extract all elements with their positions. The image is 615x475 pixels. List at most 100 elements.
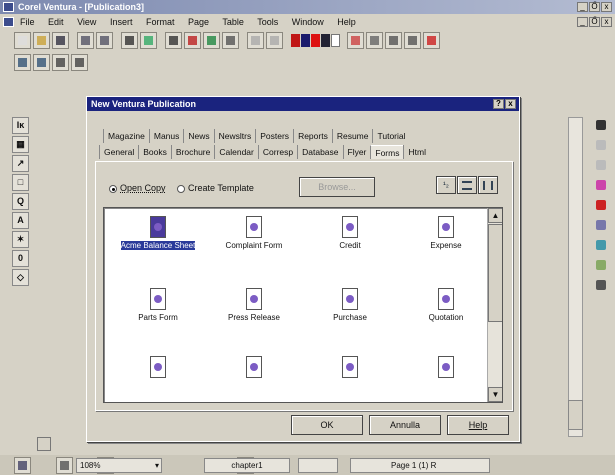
tab-flyer[interactable]: Flyer	[342, 145, 371, 159]
find-icon[interactable]	[347, 32, 364, 49]
frame-icon[interactable]	[404, 32, 421, 49]
menu-view[interactable]: View	[77, 17, 96, 27]
tab-calendar[interactable]: Calendar	[214, 145, 258, 159]
tab-magazine[interactable]: Magazine	[103, 129, 149, 143]
template-item[interactable]: Complaint Form	[214, 216, 294, 251]
template-item[interactable]	[214, 356, 294, 381]
copy-icon[interactable]	[140, 32, 157, 49]
template-item[interactable]: Purchase	[310, 288, 390, 323]
text-art-tool-icon[interactable]: A	[12, 212, 29, 229]
tab-books[interactable]: Books	[138, 145, 171, 159]
polygon-tool-icon[interactable]: ◇	[12, 269, 29, 286]
chapter-field[interactable]: chapter1	[204, 458, 290, 473]
chart-icon[interactable]	[184, 32, 201, 49]
app-icon[interactable]	[3, 2, 14, 12]
cancel-button[interactable]: Annulla	[369, 415, 441, 435]
tab-general[interactable]: General	[99, 145, 138, 159]
template-item[interactable]	[406, 356, 486, 381]
color-white-icon[interactable]	[331, 34, 340, 47]
list-view-button[interactable]	[457, 176, 477, 194]
tab-brochure[interactable]: Brochure	[170, 145, 215, 159]
fit-page-icon[interactable]	[71, 54, 88, 71]
create-template-option[interactable]: Create Template	[177, 182, 254, 194]
open-copy-option[interactable]: Open Copy	[109, 182, 166, 194]
freehand-tool-icon[interactable]: ✶	[12, 231, 29, 248]
menu-page[interactable]: Page	[188, 17, 209, 27]
layers-icon[interactable]	[593, 237, 610, 254]
zoom-out-icon[interactable]	[33, 54, 50, 71]
menu-tools[interactable]: Tools	[257, 17, 278, 27]
menu-file[interactable]: File	[20, 17, 35, 27]
pointer-tool-icon[interactable]: ↗	[12, 155, 29, 172]
tab-forms[interactable]: Forms	[370, 145, 404, 159]
undo-icon[interactable]	[247, 32, 264, 49]
restore-button[interactable]: Ő	[589, 2, 600, 12]
details-view-button[interactable]	[478, 176, 498, 194]
frame-style-icon[interactable]	[593, 157, 610, 174]
open-icon[interactable]	[33, 32, 50, 49]
open-copy-radio[interactable]	[109, 184, 117, 193]
chart-style-icon[interactable]	[593, 197, 610, 214]
dialog-help-button[interactable]: ?	[493, 99, 504, 109]
zoom-in-icon[interactable]	[14, 54, 31, 71]
brush-icon[interactable]	[593, 217, 610, 234]
create-template-radio[interactable]	[177, 184, 185, 193]
ok-button[interactable]: OK	[291, 415, 363, 435]
style-icon[interactable]	[593, 117, 610, 134]
minimize-button[interactable]: _	[577, 2, 588, 12]
template-item[interactable]: Parts Form	[118, 288, 198, 323]
import-icon[interactable]	[77, 32, 94, 49]
text-style-icon[interactable]	[593, 137, 610, 154]
doc-minimize-button[interactable]: _	[577, 17, 588, 27]
tab-corresp[interactable]: Corresp	[257, 145, 297, 159]
text-tool-icon[interactable]: Iĸ	[12, 117, 29, 134]
dialog-close-button[interactable]: x	[505, 99, 516, 109]
image-icon[interactable]	[593, 257, 610, 274]
page-arrows[interactable]	[298, 458, 338, 473]
scroll-up-arrow-icon[interactable]: ▲	[488, 208, 502, 223]
tab-posters[interactable]: Posters	[255, 129, 293, 143]
paragraph-icon[interactable]	[385, 32, 402, 49]
frame-tool-icon[interactable]: ▦	[12, 136, 29, 153]
tab-resume[interactable]: Resume	[331, 129, 373, 143]
cut-icon[interactable]	[121, 32, 138, 49]
tab-news[interactable]: News	[183, 129, 213, 143]
close-button[interactable]: x	[601, 2, 612, 12]
save-icon[interactable]	[52, 32, 69, 49]
menu-table[interactable]: Table	[222, 17, 244, 27]
layout-view-icon[interactable]	[14, 457, 31, 474]
template-item[interactable]: Credit	[310, 216, 390, 251]
menu-help[interactable]: Help	[337, 17, 356, 27]
tab-tutorial[interactable]: Tutorial	[372, 129, 409, 143]
globe-icon[interactable]	[203, 32, 220, 49]
color-black-icon[interactable]	[321, 34, 330, 47]
color-navy-icon[interactable]	[301, 34, 310, 47]
tab-manus[interactable]: Manus	[148, 129, 184, 143]
tab-html[interactable]: Html	[403, 145, 429, 159]
tab-newsltrs[interactable]: Newsltrs	[213, 129, 256, 143]
template-item[interactable]: Press Release	[214, 288, 294, 323]
template-list-scrollbar[interactable]: ▲ ▼	[487, 208, 502, 402]
doc-restore-button[interactable]: Ő	[589, 17, 600, 27]
large-icons-view-button[interactable]: ¹₂	[436, 176, 456, 194]
browse-button[interactable]: Browse...	[299, 177, 375, 197]
page-nav-buttons[interactable]	[568, 400, 583, 430]
document-vscroll[interactable]	[568, 117, 583, 437]
tab-reports[interactable]: Reports	[293, 129, 332, 143]
rectangle-tool-icon[interactable]: □	[12, 174, 29, 191]
spell-icon[interactable]	[366, 32, 383, 49]
template-item[interactable]: Expense	[406, 216, 486, 251]
color-red2-icon[interactable]	[311, 34, 320, 47]
hscroll-left-arrow-icon[interactable]	[37, 437, 51, 451]
color-red-icon[interactable]	[291, 34, 300, 47]
menu-edit[interactable]: Edit	[48, 17, 64, 27]
menu-insert[interactable]: Insert	[110, 17, 133, 27]
menu-window[interactable]: Window	[292, 17, 324, 27]
zoom-icon[interactable]	[222, 32, 239, 49]
new-icon[interactable]	[14, 32, 31, 49]
zoom-tool-icon[interactable]: Q	[12, 193, 29, 210]
template-item[interactable]: Quotation	[406, 288, 486, 323]
scroll-thumb[interactable]	[488, 224, 502, 322]
print-icon[interactable]	[165, 32, 182, 49]
scroll-down-arrow-icon[interactable]: ▼	[488, 387, 502, 402]
